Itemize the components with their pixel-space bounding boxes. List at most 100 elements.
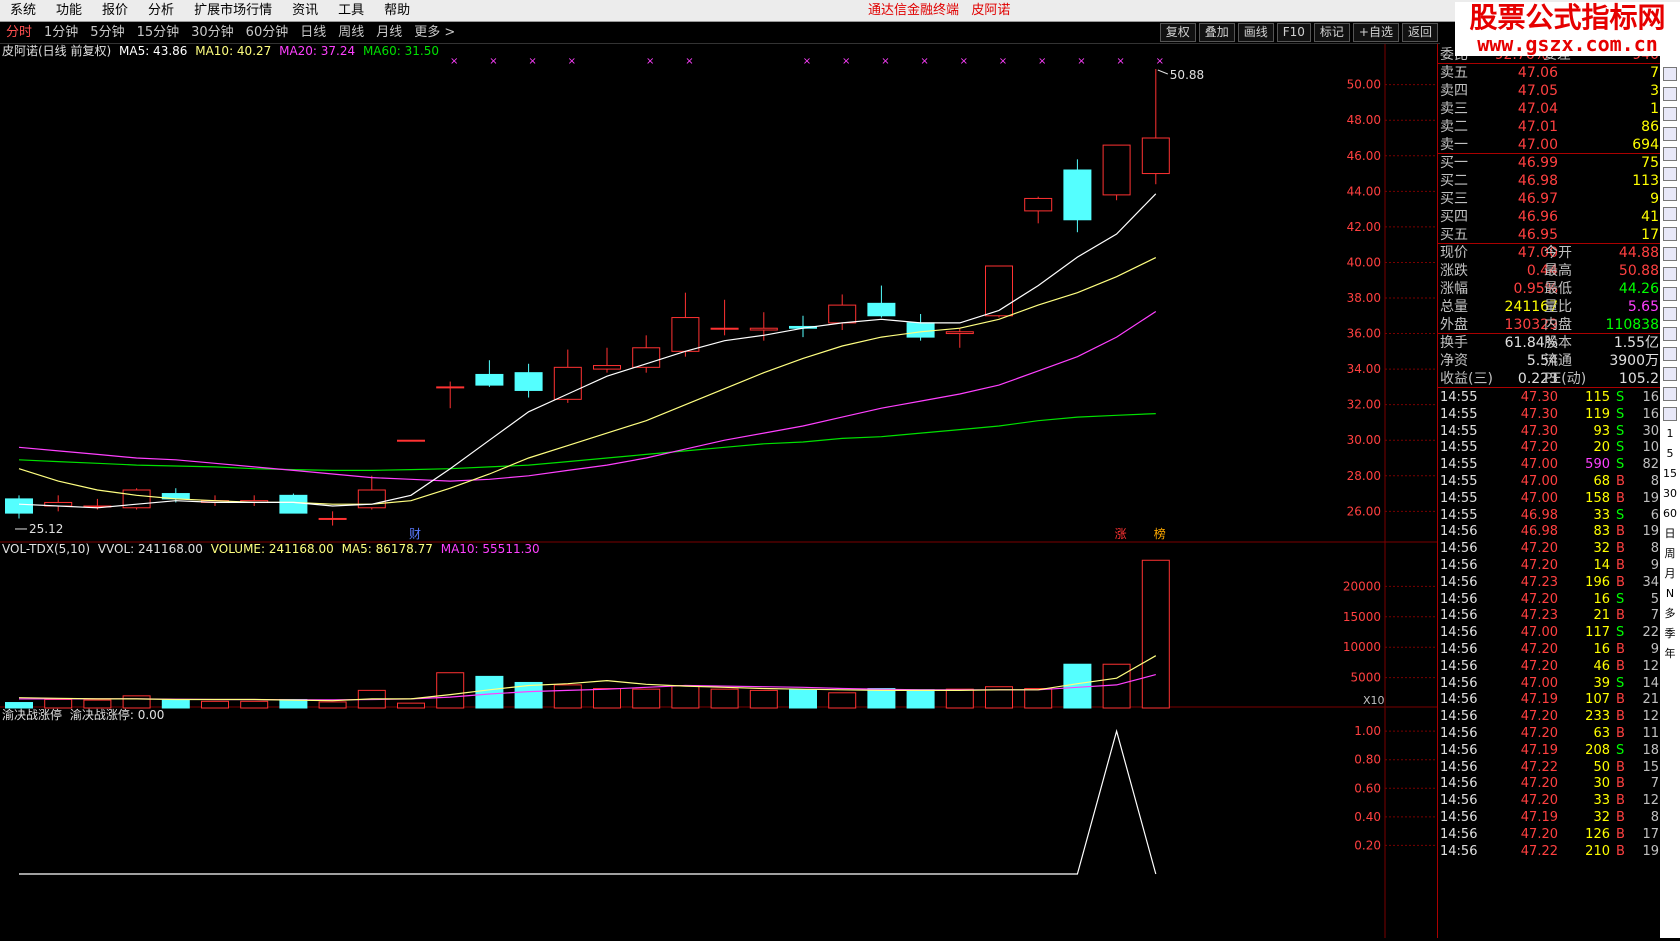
toolbar-button-2[interactable]: 画线 (1237, 23, 1274, 42)
candle[interactable] (867, 285, 896, 318)
event-marker[interactable]: 财 (409, 527, 421, 541)
menu-item-0[interactable]: 系统 (0, 0, 46, 22)
volume-bar[interactable] (710, 688, 739, 709)
event-marker[interactable]: 涨 (1115, 526, 1127, 541)
candle[interactable] (240, 495, 269, 506)
period-tab-7[interactable]: 周线 (332, 22, 370, 44)
period-tab-2[interactable]: 5分钟 (84, 22, 130, 44)
menu-item-3[interactable]: 分析 (138, 0, 184, 22)
tool-icon[interactable] (1663, 167, 1677, 181)
period-shortcut-2[interactable]: 15 (1663, 468, 1677, 480)
period-shortcut-9[interactable]: 多 (1665, 608, 1676, 620)
toolbar-button-4[interactable]: 标记 (1313, 23, 1350, 42)
candle[interactable] (1024, 196, 1053, 224)
volume-bar[interactable] (436, 672, 465, 709)
toolbar-button-5[interactable]: +自选 (1352, 23, 1399, 42)
toolbar-button-1[interactable]: 叠加 (1198, 23, 1235, 42)
tool-icon[interactable] (1663, 267, 1677, 281)
period-shortcut-0[interactable]: 1 (1667, 428, 1674, 440)
volume-bar[interactable] (83, 699, 112, 709)
toolbar-button-3[interactable]: F10 (1276, 23, 1311, 42)
period-tab-4[interactable]: 30分钟 (185, 22, 240, 44)
tool-icon[interactable] (1663, 347, 1677, 361)
candle[interactable] (671, 292, 700, 357)
volume-bar[interactable] (1024, 688, 1053, 709)
tool-icon[interactable] (1663, 147, 1677, 161)
tool-icon[interactable] (1663, 327, 1677, 341)
tool-icon[interactable] (1663, 187, 1677, 201)
menu-item-4[interactable]: 扩展市场行情 (184, 0, 282, 22)
volume-bar[interactable] (397, 702, 425, 709)
volume-bar[interactable] (789, 689, 817, 709)
tool-icon[interactable] (1663, 227, 1677, 241)
period-shortcut-10[interactable]: 季 (1665, 628, 1676, 640)
candle[interactable] (1063, 159, 1092, 233)
candle[interactable] (122, 488, 151, 510)
kline-chart[interactable]: 皮阿诺(日线 前复权) MA5: 43.86 MA10: 40.27 MA20:… (0, 43, 1440, 938)
candle[interactable] (553, 349, 582, 403)
volume-bar[interactable] (671, 685, 700, 709)
volume-bar[interactable] (318, 701, 347, 709)
period-tab-1[interactable]: 1分钟 (38, 22, 84, 44)
volume-bar[interactable] (475, 675, 504, 709)
volume-bar[interactable] (122, 695, 151, 709)
tool-icon[interactable] (1663, 127, 1677, 141)
volume-bar[interactable] (749, 689, 778, 709)
tool-icon[interactable] (1663, 247, 1677, 261)
period-shortcut-7[interactable]: 月 (1665, 568, 1676, 580)
tool-icon[interactable] (1663, 67, 1677, 81)
tool-icon[interactable] (1663, 407, 1677, 421)
period-shortcut-11[interactable]: 年 (1665, 648, 1676, 660)
candle[interactable] (593, 347, 621, 373)
chart-area[interactable]: 皮阿诺(日线 前复权) MA5: 43.86 MA10: 40.27 MA20:… (0, 43, 1440, 938)
volume-bar[interactable] (553, 684, 582, 709)
volume-bar[interactable] (161, 699, 190, 709)
period-tab-8[interactable]: 月线 (370, 22, 408, 44)
volume-bar[interactable] (1063, 663, 1092, 709)
candle[interactable] (1141, 69, 1170, 185)
toolbar-button-6[interactable]: 返回 (1401, 23, 1438, 42)
menu-item-5[interactable]: 资讯 (282, 0, 328, 22)
volume-bar[interactable] (1102, 663, 1131, 709)
period-tab-5[interactable]: 60分钟 (240, 22, 295, 44)
menu-item-1[interactable]: 功能 (46, 0, 92, 22)
candle[interactable] (436, 381, 465, 409)
candle[interactable] (906, 314, 935, 341)
tool-icon[interactable] (1663, 287, 1677, 301)
volume-bar[interactable] (828, 692, 857, 709)
period-tab-6[interactable]: 日线 (294, 22, 332, 44)
period-tab-9[interactable]: 更多 > (408, 22, 461, 44)
volume-bar[interactable] (44, 698, 73, 709)
volume-bar[interactable] (593, 688, 621, 709)
volume-bar[interactable] (1141, 559, 1170, 709)
volume-bar[interactable] (632, 688, 661, 709)
volume-bar[interactable] (906, 689, 935, 709)
volume-bar[interactable] (867, 688, 896, 709)
event-marker[interactable]: 榜 (1154, 526, 1166, 541)
candle[interactable] (5, 495, 33, 519)
candle[interactable] (945, 328, 974, 348)
period-shortcut-4[interactable]: 60 (1663, 508, 1677, 520)
candle[interactable] (475, 360, 504, 387)
toolbar-button-0[interactable]: 复权 (1159, 23, 1196, 42)
tool-icon[interactable] (1663, 107, 1677, 121)
candle[interactable] (397, 439, 425, 442)
menu-item-7[interactable]: 帮助 (374, 0, 420, 22)
period-tab-0[interactable]: 分时 (0, 22, 38, 44)
candle[interactable] (514, 363, 543, 398)
tool-icon[interactable] (1663, 367, 1677, 381)
tool-icon[interactable] (1663, 207, 1677, 221)
candle[interactable] (318, 511, 347, 526)
period-shortcut-5[interactable]: 日 (1665, 528, 1676, 540)
period-shortcut-6[interactable]: 周 (1665, 548, 1676, 560)
volume-bar[interactable] (945, 688, 974, 709)
volume-bar[interactable] (5, 702, 33, 709)
menu-item-2[interactable]: 报价 (92, 0, 138, 22)
tool-icon[interactable] (1663, 387, 1677, 401)
candle[interactable] (710, 299, 739, 336)
period-shortcut-3[interactable]: 30 (1663, 488, 1677, 500)
volume-bar[interactable] (201, 700, 229, 709)
menu-item-6[interactable]: 工具 (328, 0, 374, 22)
candle[interactable] (1102, 144, 1131, 201)
period-shortcut-1[interactable]: 5 (1667, 448, 1674, 460)
